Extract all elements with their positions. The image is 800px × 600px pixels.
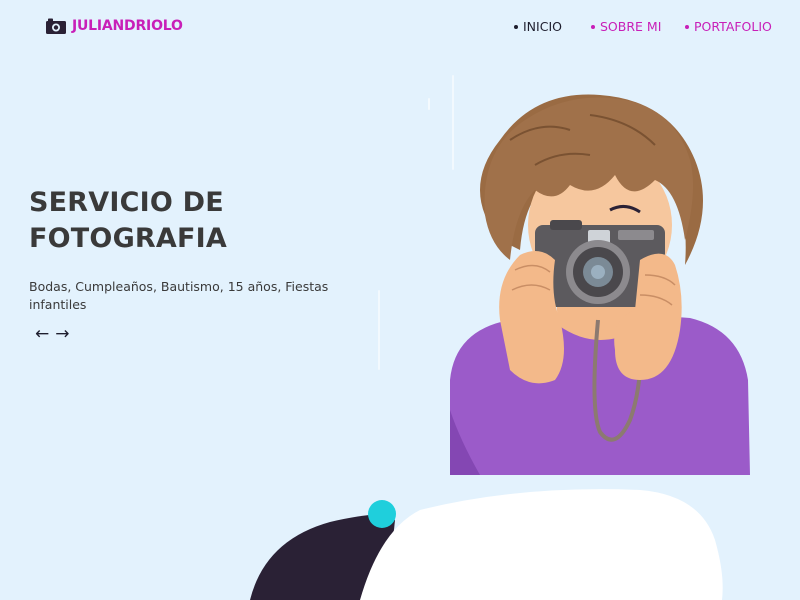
decorative-wave [250, 489, 723, 600]
nav-item-inicio[interactable]: INICIO [514, 19, 562, 34]
slider-controls: ← → [35, 326, 70, 343]
decorative-stroke [428, 98, 430, 110]
hero-title: SERVICIO DE FOTOGRAFIA [29, 185, 289, 257]
nav-item-portafolio[interactable]: PORTAFOLIO [685, 19, 772, 34]
arrow-right-icon[interactable]: → [55, 326, 69, 343]
bullet-icon [685, 24, 689, 29]
hero-title-line1: SERVICIO DE [29, 187, 224, 218]
bullet-icon [591, 24, 595, 29]
bullet-icon [514, 24, 518, 29]
nav-item-label: INICIO [523, 19, 562, 34]
nav-item-label: SOBRE MI [600, 19, 662, 34]
decorative-stroke [378, 290, 380, 370]
nav-item-sobre-mi[interactable]: SOBRE MI [591, 19, 661, 34]
photographer-illustration [450, 94, 750, 475]
nav-item-label: PORTAFOLIO [694, 19, 772, 34]
main-nav: INICIO SOBRE MI PORTAFOLIO [0, 19, 800, 39]
arrow-left-icon[interactable]: ← [35, 326, 49, 343]
page: JULIANDRIOLO INICIO SOBRE MI PORTAFOLIO … [0, 0, 800, 600]
hero-subtitle: Bodas, Cumpleaños, Bautismo, 15 años, Fi… [29, 279, 329, 312]
hero-title-line2: FOTOGRAFIA [29, 223, 228, 254]
